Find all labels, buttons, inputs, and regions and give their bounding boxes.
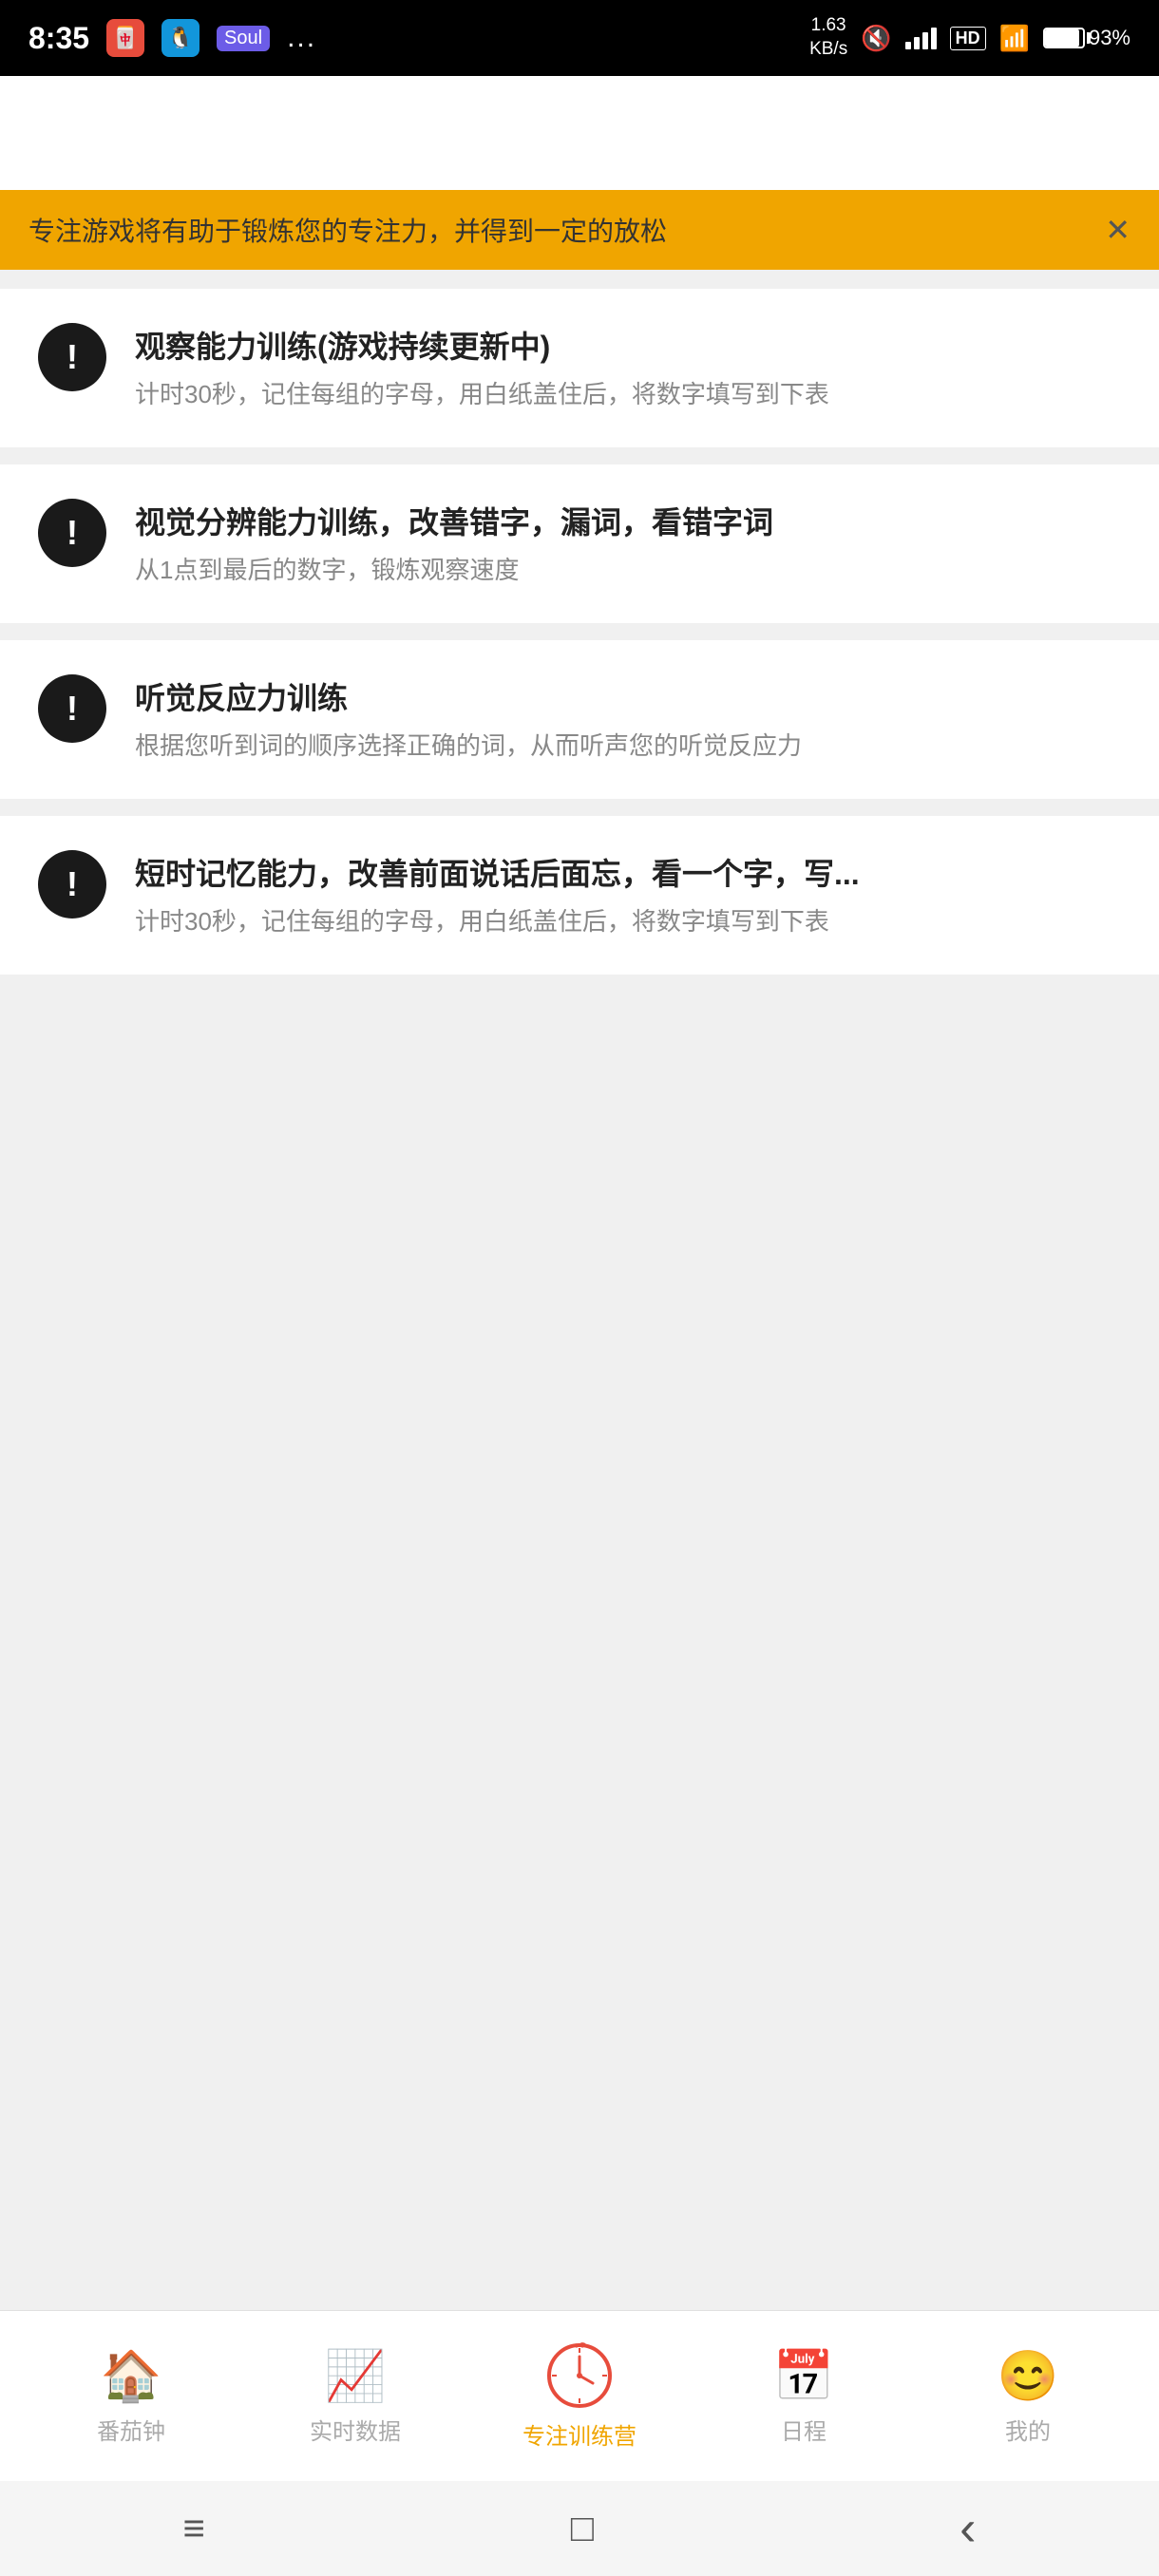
hd-badge: HD	[950, 27, 986, 50]
card-4-desc: 计时30秒，记住每组的字母，用白纸盖住后，将数字填写到下表	[135, 903, 1121, 940]
training-label: 专注训练营	[522, 2417, 636, 2451]
banner-close-button[interactable]: ✕	[1105, 212, 1130, 248]
network-speed: 1.63 KB/s	[809, 14, 847, 61]
mute-icon: 🔇	[861, 24, 891, 53]
mine-label: 我的	[1005, 2413, 1051, 2446]
wifi-icon: 📶	[999, 24, 1030, 53]
card-3-content: 听觉反应力训练 根据您听到词的顺序选择正确的词，从而听声您的听觉反应力	[135, 674, 1121, 765]
card-4-content: 短时记忆能力，改善前面说话后面忘，看一个字，写... 计时30秒，记住每组的字母…	[135, 850, 1121, 940]
status-left: 8:35 🀄 🐧 Soul ...	[28, 19, 316, 57]
content-area: ! 观察能力训练(游戏持续更新中) 计时30秒，记住每组的字母，用白纸盖住后，将…	[0, 270, 1159, 1170]
card-4-icon: !	[38, 850, 106, 919]
schedule-label: 日程	[781, 2413, 826, 2446]
bottom-nav: 🏠 番茄钟 📈 实时数据	[0, 2310, 1159, 2481]
training-clock-icon	[545, 2341, 614, 2410]
signal-icon	[905, 27, 937, 49]
qq-icon: 🐧	[162, 19, 200, 57]
card-3-desc: 根据您听到词的顺序选择正确的词，从而听声您的听觉反应力	[135, 728, 1121, 765]
card-2-content: 视觉分辨能力训练，改善错字，漏词，看错字词 从1点到最后的数字，锻炼观察速度	[135, 499, 1121, 589]
card-1-title: 观察能力训练(游戏持续更新中)	[135, 323, 1121, 367]
schedule-icon: 📅	[773, 2347, 835, 2405]
top-area	[0, 76, 1159, 190]
card-4-title: 短时记忆能力，改善前面说话后面忘，看一个字，写...	[135, 850, 1121, 894]
status-time: 8:35	[28, 21, 89, 56]
pomodoro-label: 番茄钟	[97, 2413, 165, 2446]
more-dots: ...	[287, 22, 316, 54]
battery: 93%	[1043, 26, 1130, 50]
status-bar: 8:35 🀄 🐧 Soul ... 1.63 KB/s 🔇 HD 📶	[0, 0, 1159, 76]
realtime-label: 实时数据	[310, 2413, 401, 2446]
menu-button[interactable]: ≡	[183, 2508, 205, 2550]
app-icon-1: 🀄	[106, 19, 144, 57]
game-card-3[interactable]: ! 听觉反应力训练 根据您听到词的顺序选择正确的词，从而听声您的听觉反应力	[0, 640, 1159, 799]
game-card-2[interactable]: ! 视觉分辨能力训练，改善错字，漏词，看错字词 从1点到最后的数字，锻炼观察速度	[0, 464, 1159, 623]
back-button[interactable]: ‹	[960, 2500, 976, 2557]
banner: 专注游戏将有助于锻炼您的专注力，并得到一定的放松 ✕	[0, 190, 1159, 270]
card-3-icon: !	[38, 674, 106, 743]
game-card-1[interactable]: ! 观察能力训练(游戏持续更新中) 计时30秒，记住每组的字母，用白纸盖住后，将…	[0, 289, 1159, 447]
pomodoro-icon: 🏠	[101, 2347, 162, 2405]
nav-item-pomodoro[interactable]: 🏠 番茄钟	[19, 2347, 243, 2446]
home-button[interactable]: □	[571, 2508, 594, 2550]
card-1-content: 观察能力训练(游戏持续更新中) 计时30秒，记住每组的字母，用白纸盖住后，将数字…	[135, 323, 1121, 413]
system-nav: ≡ □ ‹	[0, 2481, 1159, 2576]
card-3-title: 听觉反应力训练	[135, 674, 1121, 718]
game-card-4[interactable]: ! 短时记忆能力，改善前面说话后面忘，看一个字，写... 计时30秒，记住每组的…	[0, 816, 1159, 975]
card-1-desc: 计时30秒，记住每组的字母，用白纸盖住后，将数字填写到下表	[135, 376, 1121, 413]
nav-item-realtime[interactable]: 📈 实时数据	[243, 2347, 467, 2446]
card-2-desc: 从1点到最后的数字，锻炼观察速度	[135, 552, 1121, 589]
banner-text: 专注游戏将有助于锻炼您的专注力，并得到一定的放松	[28, 211, 667, 249]
nav-item-schedule[interactable]: 📅 日程	[692, 2347, 916, 2446]
realtime-icon: 📈	[325, 2347, 387, 2405]
nav-item-mine[interactable]: 😊 我的	[916, 2347, 1140, 2446]
soul-badge: Soul	[217, 26, 270, 51]
mine-icon: 😊	[998, 2347, 1059, 2405]
card-2-icon: !	[38, 499, 106, 567]
nav-item-training[interactable]: 专注训练营	[467, 2341, 692, 2451]
card-2-title: 视觉分辨能力训练，改善错字，漏词，看错字词	[135, 499, 1121, 542]
card-1-icon: !	[38, 323, 106, 391]
status-right: 1.63 KB/s 🔇 HD 📶 93%	[809, 14, 1130, 61]
empty-space	[0, 1170, 1159, 2310]
